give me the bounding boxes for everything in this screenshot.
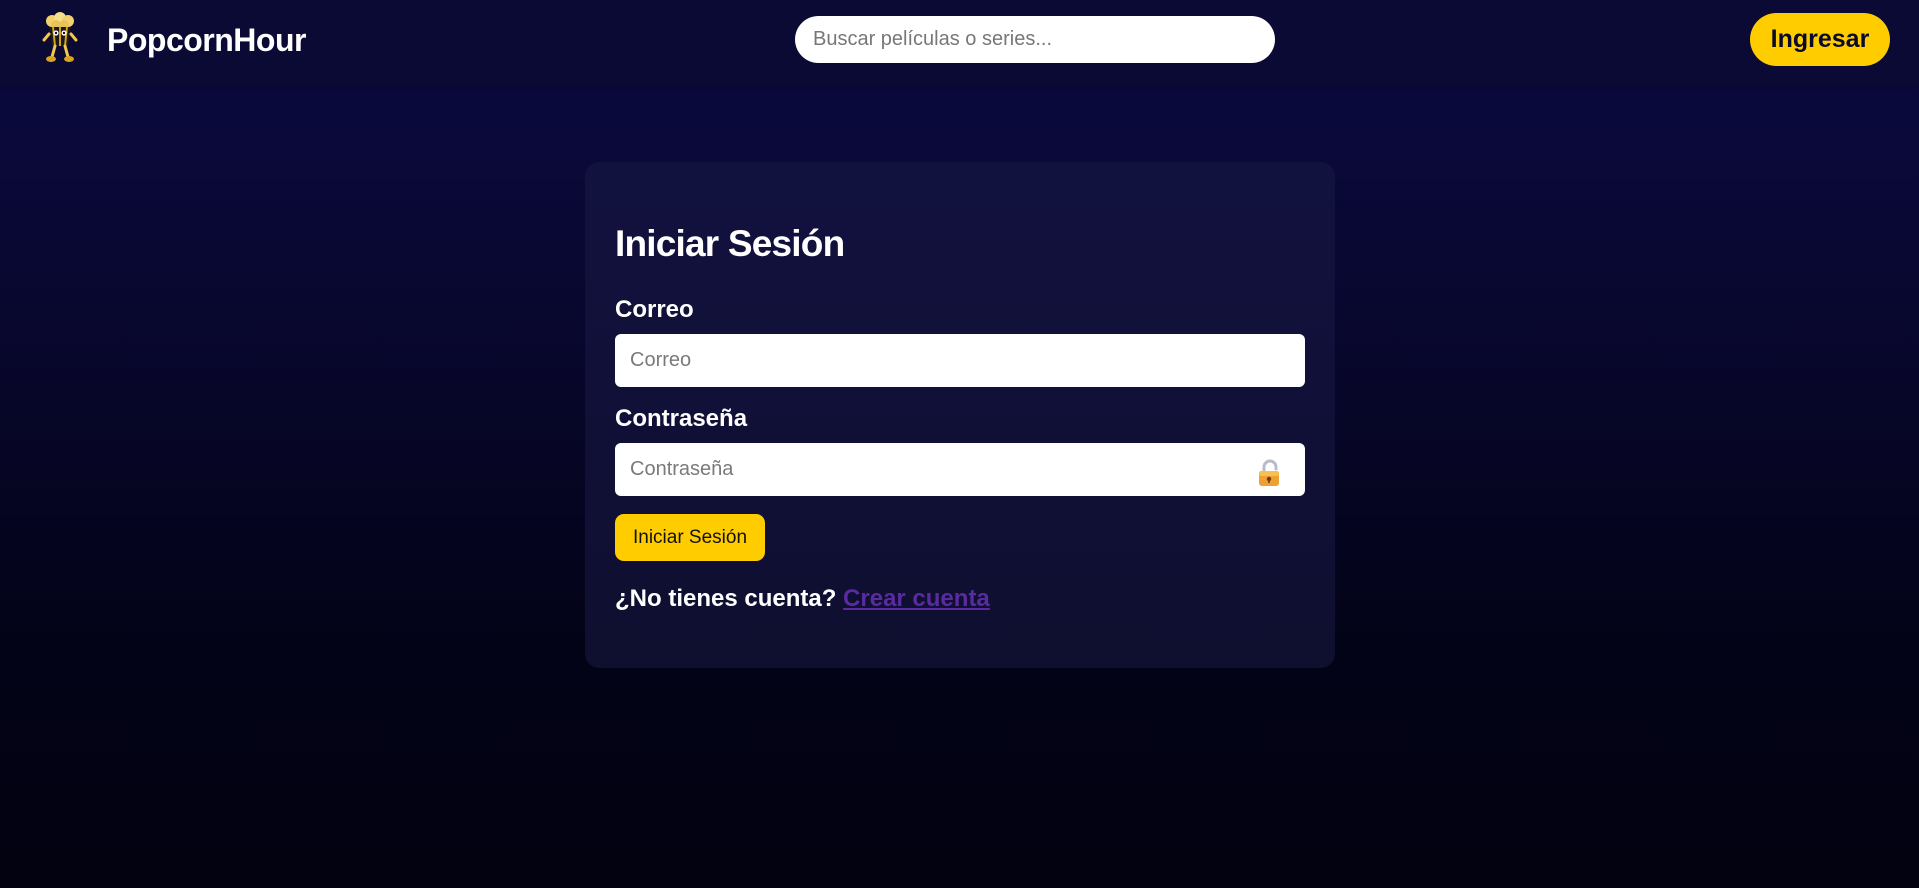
popcorn-mascot-icon[interactable] xyxy=(40,12,80,66)
email-field[interactable] xyxy=(615,334,1305,387)
search-input[interactable] xyxy=(795,16,1275,63)
password-label: Contraseña xyxy=(615,405,748,432)
password-field[interactable] xyxy=(615,443,1305,496)
email-label: Correo xyxy=(615,296,694,323)
page-title: Iniciar Sesión xyxy=(615,223,845,264)
create-account-link[interactable]: Crear cuenta xyxy=(843,585,990,612)
signup-prompt-row: ¿No tienes cuenta? Crear cuenta xyxy=(615,584,990,614)
login-card: Iniciar Sesión Correo Contraseña Iniciar… xyxy=(585,162,1335,668)
signup-prompt-text: ¿No tienes cuenta? xyxy=(615,585,837,612)
brand-name[interactable]: PopcornHour xyxy=(107,20,306,60)
login-submit-button[interactable]: Iniciar Sesión xyxy=(615,514,765,561)
top-navigation-bar: PopcornHour Ingresar xyxy=(0,0,1919,85)
lock-icon[interactable] xyxy=(1255,458,1285,488)
ingresar-button[interactable]: Ingresar xyxy=(1750,13,1890,66)
